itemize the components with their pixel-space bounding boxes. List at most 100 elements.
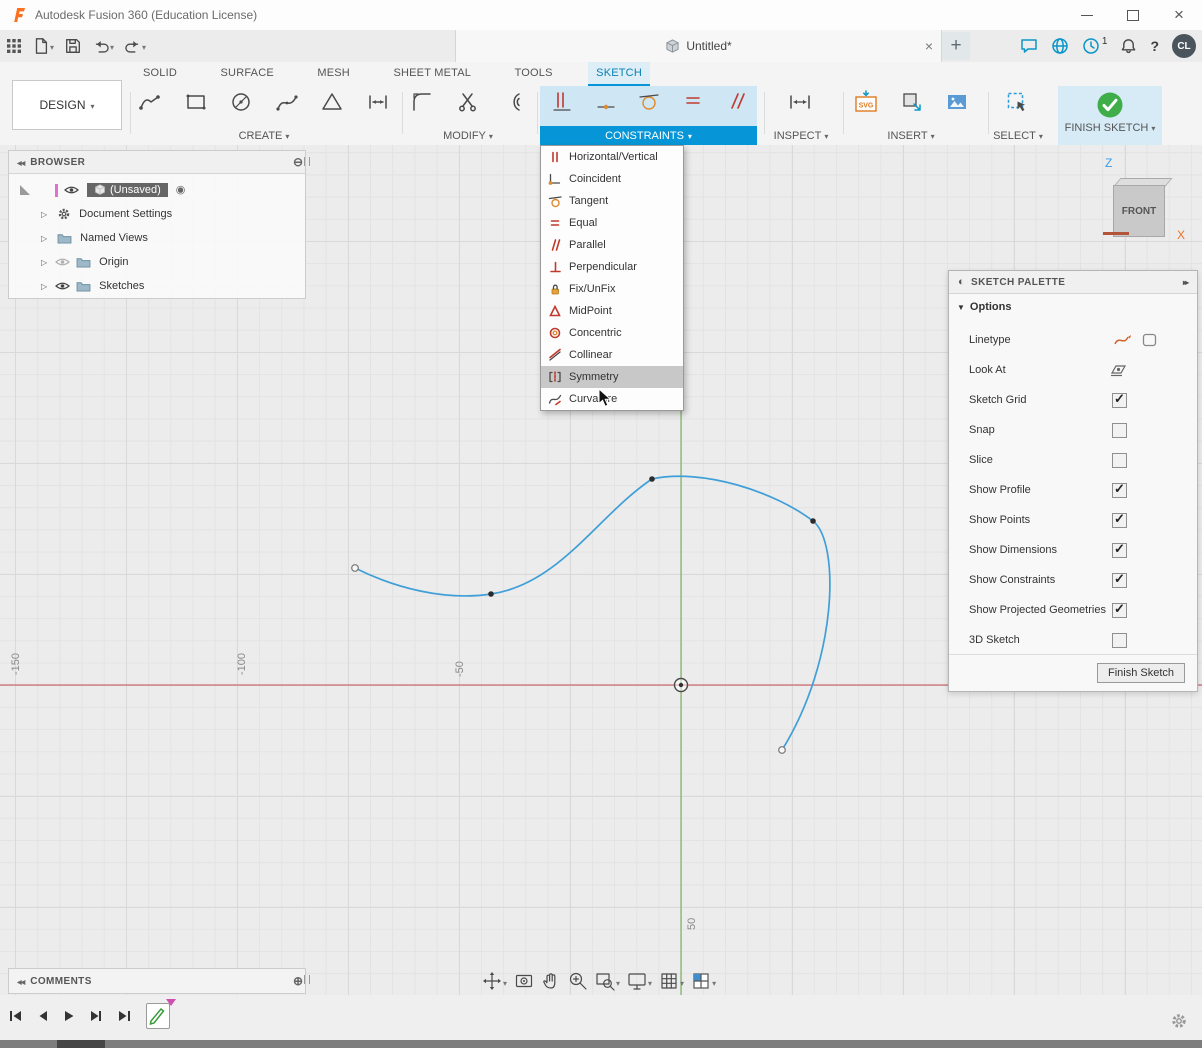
add-comment-icon[interactable]: [293, 975, 303, 988]
tab-solid[interactable]: SOLID: [135, 62, 185, 86]
linetype-construction-button[interactable]: [1142, 333, 1157, 347]
expand-caret-icon[interactable]: [41, 208, 47, 220]
show-dimensions-checkbox[interactable]: [1112, 543, 1127, 558]
viewports-button[interactable]: [691, 971, 716, 991]
tangent-constraint-button[interactable]: [638, 90, 660, 112]
equal-constraint-button[interactable]: [682, 90, 704, 112]
maximize-button[interactable]: [1110, 0, 1156, 30]
menu-item-symmetry[interactable]: Symmetry: [541, 366, 683, 388]
browser-header[interactable]: BROWSER: [9, 151, 305, 174]
menu-item-concentric[interactable]: Concentric: [541, 322, 683, 344]
offset-tool-button[interactable]: [502, 90, 526, 114]
collapse-comments-icon[interactable]: [17, 976, 24, 987]
measure-tool-button[interactable]: [788, 90, 812, 114]
activate-component-icon[interactable]: [176, 184, 186, 196]
menu-item-parallel[interactable]: Parallel: [541, 234, 683, 256]
snap-checkbox[interactable]: [1112, 423, 1127, 438]
horizontal-vertical-constraint-button[interactable]: [551, 90, 573, 112]
menu-item-coincident[interactable]: Coincident: [541, 168, 683, 190]
minimize-button[interactable]: [1064, 0, 1110, 30]
modify-group-dropdown[interactable]: MODIFY: [402, 130, 534, 142]
tab-surface[interactable]: SURFACE: [213, 62, 282, 86]
undo-button[interactable]: [92, 37, 114, 55]
show-profile-checkbox[interactable]: [1112, 483, 1127, 498]
select-tool-button[interactable]: [1005, 90, 1029, 114]
look-at-button[interactable]: [1109, 363, 1127, 377]
menu-item-horizontal-vertical[interactable]: Horizontal/Vertical: [541, 146, 683, 168]
preferences-gear-button[interactable]: [1170, 1012, 1188, 1030]
browser-row-sketches[interactable]: Sketches: [9, 274, 305, 298]
spline-tool-button[interactable]: [275, 90, 299, 114]
sketch-grid-checkbox[interactable]: [1112, 393, 1127, 408]
parallel-constraint-button[interactable]: [725, 90, 747, 112]
circle-tool-button[interactable]: [229, 90, 253, 114]
comments-panel[interactable]: COMMENTS: [8, 968, 306, 994]
menu-item-perpendicular[interactable]: Perpendicular: [541, 256, 683, 278]
tab-sheet-metal[interactable]: SHEET METAL: [385, 62, 479, 86]
app-grid-icon[interactable]: [6, 38, 22, 54]
look-at-button[interactable]: [514, 971, 534, 991]
browser-resize-handle[interactable]: [304, 157, 310, 166]
tab-mesh[interactable]: MESH: [309, 62, 358, 86]
3d-sketch-checkbox[interactable]: [1112, 633, 1127, 648]
browser-row-document-settings[interactable]: Document Settings: [9, 202, 305, 226]
job-status-button[interactable]: 1: [1082, 37, 1108, 55]
show-points-checkbox[interactable]: [1112, 513, 1127, 528]
go-to-end-button[interactable]: [116, 1008, 132, 1024]
show-projected-checkbox[interactable]: [1112, 603, 1127, 618]
tab-close-button[interactable]: [925, 38, 933, 56]
spline-curve[interactable]: [355, 476, 830, 750]
slice-checkbox[interactable]: [1112, 453, 1127, 468]
visibility-eye-icon[interactable]: [64, 184, 79, 196]
comments-resize-handle[interactable]: [304, 975, 310, 984]
spline-endpoint[interactable]: [352, 565, 359, 572]
expand-caret-icon[interactable]: [41, 256, 47, 268]
coincident-constraint-button[interactable]: [595, 90, 617, 112]
spline-fit-point[interactable]: [488, 591, 494, 597]
spline-fit-point[interactable]: [810, 518, 816, 524]
timeline-marker-flag[interactable]: [166, 999, 176, 1006]
orbit-button[interactable]: [482, 971, 507, 991]
browser-root-row[interactable]: (Unsaved): [9, 178, 305, 202]
viewcube[interactable]: Z FRONT X: [1095, 152, 1195, 247]
user-avatar[interactable]: CL: [1172, 34, 1196, 58]
grid-snap-button[interactable]: [659, 971, 684, 991]
menu-item-tangent[interactable]: Tangent: [541, 190, 683, 212]
visibility-off-eye-icon[interactable]: [55, 256, 70, 268]
rectangle-tool-button[interactable]: [184, 90, 208, 114]
spline-endpoint[interactable]: [779, 747, 786, 754]
zoom-button[interactable]: [568, 971, 588, 991]
inspect-group-dropdown[interactable]: INSPECT: [764, 130, 838, 142]
options-section-header[interactable]: Options: [957, 301, 1011, 313]
redo-button[interactable]: [124, 37, 146, 55]
menu-item-fix-unfix[interactable]: Fix/UnFix: [541, 278, 683, 300]
create-group-dropdown[interactable]: CREATE: [138, 130, 390, 142]
pan-hand-button[interactable]: [541, 971, 561, 991]
browser-row-named-views[interactable]: Named Views: [9, 226, 305, 250]
new-tab-button[interactable]: [942, 32, 970, 60]
fillet-tool-button[interactable]: [410, 90, 434, 114]
web-globe-button[interactable]: [1051, 37, 1069, 55]
sketch-palette-header[interactable]: SKETCH PALETTE: [949, 271, 1197, 294]
step-forward-button[interactable]: [88, 1008, 104, 1024]
insert-mesh-button[interactable]: [900, 90, 924, 114]
insert-group-dropdown[interactable]: INSERT: [848, 130, 974, 142]
workspace-selector[interactable]: DESIGN: [12, 80, 122, 130]
line-tool-button[interactable]: [138, 90, 162, 114]
collapse-browser-icon[interactable]: [17, 157, 24, 168]
polygon-tool-button[interactable]: [320, 90, 344, 114]
constraints-group-dropdown[interactable]: CONSTRAINTS: [540, 126, 757, 145]
finish-sketch-button[interactable]: FINISH SKETCH: [1058, 86, 1162, 145]
display-settings-button[interactable]: [627, 971, 652, 991]
expand-caret-icon[interactable]: [41, 232, 47, 244]
browser-minimize-icon[interactable]: [293, 156, 303, 169]
finish-sketch-palette-button[interactable]: Finish Sketch: [1097, 663, 1185, 683]
visibility-eye-icon[interactable]: [55, 280, 70, 292]
save-button[interactable]: [64, 37, 82, 55]
spline-fit-point[interactable]: [649, 476, 655, 482]
comments-bubble-button[interactable]: [1020, 37, 1038, 55]
insert-image-button[interactable]: [945, 90, 969, 114]
document-tab[interactable]: Untitled*: [455, 30, 942, 62]
browser-row-origin[interactable]: Origin: [9, 250, 305, 274]
play-button[interactable]: [62, 1008, 76, 1024]
